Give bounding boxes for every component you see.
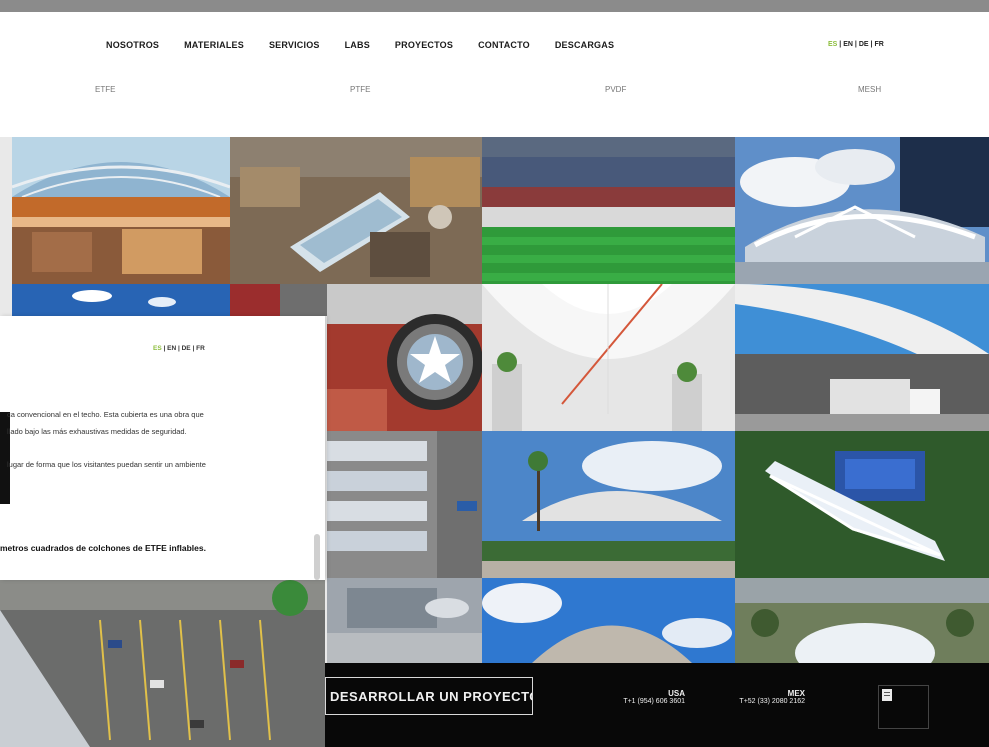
membrane-interior-image (482, 284, 735, 431)
pavilion-palms-image (482, 431, 735, 578)
nav-item-contacto[interactable]: CONTACTO (478, 40, 530, 50)
lang-separator: | (177, 345, 180, 352)
panel-lang-es-link[interactable]: ES (153, 345, 162, 352)
project-tile-pavilion-palms[interactable] (482, 431, 735, 578)
stadium-image (482, 137, 735, 284)
aerial-parking-image (0, 580, 325, 747)
project-tile-shopping-mall-roof[interactable] (12, 137, 230, 284)
lang-de-link[interactable]: DE (859, 41, 869, 48)
browser-top-strip (0, 0, 989, 12)
panel-language-switcher: ES | EN | DE | FR (153, 345, 205, 352)
nav-item-materiales[interactable]: MATERIALES (184, 40, 244, 50)
footer-download-box[interactable] (878, 685, 929, 729)
panel-dark-edge (0, 412, 10, 504)
office-usa: USA T+1 (954) 606 3601 (595, 689, 685, 705)
project-tile-aerial-parking[interactable] (0, 580, 325, 747)
project-tile-aerial-canopy-forest[interactable] (735, 431, 989, 578)
nav-item-labs[interactable]: LABS (345, 40, 370, 50)
project-description-panel: ES | EN | DE | FR ca convencional en el … (0, 316, 325, 580)
office-mex: MEX T+52 (33) 2080 2162 (710, 689, 805, 705)
material-tab-etfe[interactable]: ETFE (95, 85, 115, 94)
project-tile-dome-sky[interactable] (482, 578, 735, 663)
rooftop-structure-image (327, 578, 482, 663)
language-switcher: ES | EN | DE | FR (828, 41, 884, 48)
sky-strip-image (12, 284, 230, 316)
panel-text-line: lugar de forma que los visitantes puedan… (7, 460, 206, 469)
material-tab-pvdf[interactable]: PVDF (605, 85, 626, 94)
materials-subnav: ETFE PTFE PVDF MESH (0, 85, 989, 99)
office-phone[interactable]: T+52 (33) 2080 2162 (710, 698, 805, 705)
lang-fr-link[interactable]: FR (874, 41, 883, 48)
project-tile-truck-canopy[interactable] (735, 284, 989, 431)
lang-separator: | (839, 41, 842, 48)
truck-canopy-image (735, 284, 989, 431)
office-country: MEX (787, 689, 805, 698)
project-tile-stadium[interactable] (482, 137, 735, 284)
white-dome-trees-image (735, 578, 989, 663)
site-header: NOSOTROS MATERIALES SERVICIOS LABS PROYE… (0, 12, 989, 137)
lang-separator: | (870, 41, 873, 48)
main-navigation: NOSOTROS MATERIALES SERVICIOS LABS PROYE… (106, 40, 639, 50)
lang-separator: | (163, 345, 166, 352)
star-dome-image (327, 284, 482, 431)
project-tile-star-dome[interactable] (327, 284, 482, 431)
panel-bold-text: metros cuadrados de colchones de ETFE in… (0, 543, 206, 553)
forest-canopy-image (735, 431, 989, 578)
industrial-roofs-image (327, 431, 482, 578)
document-icon (882, 689, 892, 701)
nav-item-servicios[interactable]: SERVICIOS (269, 40, 320, 50)
panel-scrollbar[interactable] (314, 534, 320, 580)
project-tile-membrane-interior[interactable] (482, 284, 735, 431)
develop-project-button[interactable]: DESARROLLAR UN PROYECTO (325, 677, 533, 715)
red-roof-image (230, 284, 327, 316)
lang-separator: | (192, 345, 195, 352)
lang-separator: | (854, 41, 857, 48)
panel-text-line: ca convencional en el techo. Esta cubier… (7, 410, 204, 419)
project-tile-blue-sky-strip[interactable] (12, 284, 230, 316)
aerial-city-image (230, 137, 482, 284)
office-phone[interactable]: T+1 (954) 606 3601 (595, 698, 685, 705)
panel-lang-fr-link[interactable]: FR (196, 345, 205, 352)
office-country: USA (668, 689, 685, 698)
nav-item-descargas[interactable]: DESCARGAS (555, 40, 614, 50)
panel-lang-en-link[interactable]: EN (167, 345, 176, 352)
material-tab-ptfe[interactable]: PTFE (350, 85, 370, 94)
nav-item-proyectos[interactable]: PROYECTOS (395, 40, 453, 50)
mall-interior-image (12, 137, 230, 284)
panel-text-line: llado bajo las más exhaustivas medidas d… (7, 427, 187, 436)
project-tile-rooftop-structure[interactable] (327, 578, 482, 663)
material-tab-mesh[interactable]: MESH (858, 85, 881, 94)
panel-lang-de-link[interactable]: DE (182, 345, 191, 352)
lang-en-link[interactable]: EN (843, 41, 853, 48)
lang-es-link[interactable]: ES (828, 41, 837, 48)
project-tile-white-canopy-sky[interactable] (735, 137, 989, 284)
canopy-sky-image (735, 137, 989, 284)
dome-sky-image (482, 578, 735, 663)
site-footer: DESARROLLAR UN PROYECTO USA T+1 (954) 60… (325, 663, 989, 747)
project-tile-industrial-roofs[interactable] (327, 431, 482, 578)
project-tile-red-roof-strip[interactable] (230, 284, 327, 316)
nav-item-nosotros[interactable]: NOSOTROS (106, 40, 159, 50)
project-tile-cathedral-aerial[interactable] (230, 137, 482, 284)
project-tile-white-dome-trees[interactable] (735, 578, 989, 663)
